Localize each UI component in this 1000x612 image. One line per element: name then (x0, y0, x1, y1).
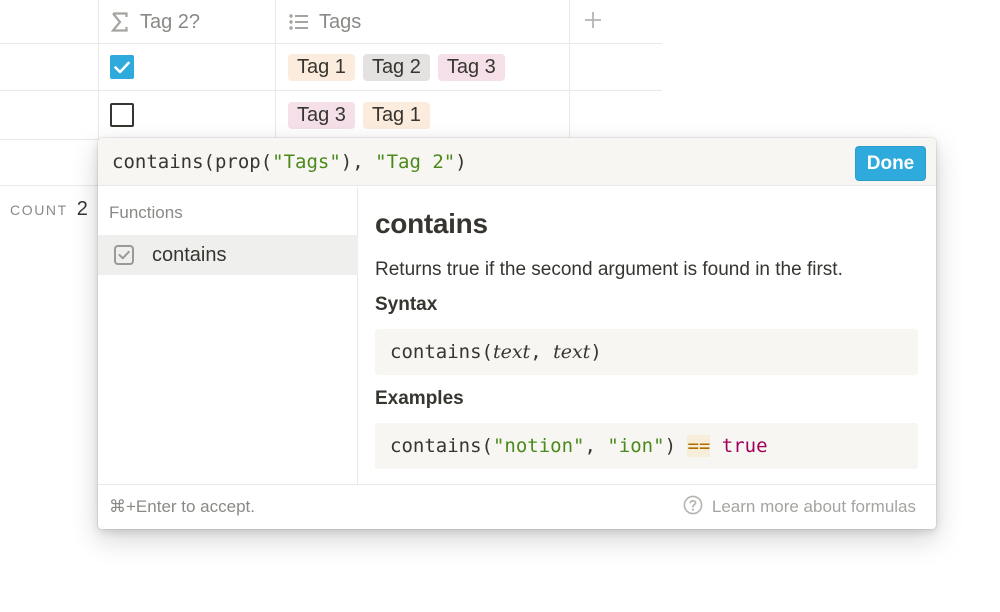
examples-header: Examples (375, 388, 464, 409)
example-code: contains("notion", "ion") == true (375, 423, 918, 469)
formula-input[interactable]: contains(prop("Tags"), "Tag 2") Done (98, 138, 936, 186)
function-title: contains (375, 208, 488, 239)
add-column-button[interactable] (570, 0, 616, 44)
row-1-checkbox[interactable] (110, 55, 134, 79)
code-string: "ion" (607, 435, 665, 457)
code-operator: == (687, 435, 711, 457)
sigma-icon (109, 11, 131, 33)
functions-list: Functions contains (98, 187, 358, 484)
function-description: Returns true if the second argument is f… (375, 259, 843, 280)
question-circle-icon (683, 495, 703, 520)
function-item-label: contains (152, 243, 227, 266)
formula-text[interactable]: contains(prop("Tags"), "Tag 2") (112, 138, 467, 186)
check-icon (114, 61, 130, 73)
calculation-count[interactable]: COUNT 2 (10, 198, 88, 224)
done-button[interactable]: Done (855, 146, 926, 181)
formula-punct: ) (455, 151, 467, 173)
formula-string: "Tags" (272, 151, 341, 173)
row-2-tags[interactable]: Tag 3 Tag 1 (288, 102, 430, 129)
column-header-tags[interactable]: Tags (288, 0, 361, 44)
learn-more-label: Learn more about formulas (711, 497, 916, 516)
accept-hint: ⌘+Enter to accept. (109, 497, 255, 516)
database-table-view: Tag 2? Tags Tag 1 Tag 2 Tag 3 Tag 3 Tag … (0, 0, 1000, 612)
count-label: COUNT (10, 202, 68, 218)
code-fn: contains( (390, 435, 493, 457)
formula-editor-popup: contains(prop("Tags"), "Tag 2") Done Fun… (98, 138, 936, 529)
function-item-contains[interactable]: contains (98, 235, 358, 275)
formula-string: "Tag 2" (375, 151, 456, 173)
code-punct: , (530, 341, 554, 363)
count-value: 2 (76, 198, 88, 220)
syntax-code: contains(text, text) (375, 329, 918, 375)
code-punct: ) (664, 435, 688, 457)
functions-header: Functions (109, 203, 183, 222)
tag-pill: Tag 2 (362, 54, 430, 81)
code-keyword: true (721, 435, 768, 457)
plus-icon (584, 11, 602, 34)
row-divider (0, 90, 662, 91)
syntax-header: Syntax (375, 294, 438, 315)
row-divider (0, 185, 98, 186)
checkbox-icon (113, 244, 135, 266)
column-header-label: Tags (319, 10, 362, 33)
code-punct: ) (590, 341, 602, 363)
formula-punct: ), (340, 151, 376, 173)
function-detail: contains Returns true if the second argu… (375, 187, 920, 484)
tag-pill: Tag 3 (288, 102, 355, 129)
code-string: "notion" (492, 435, 585, 457)
code-punct: , (584, 435, 608, 457)
learn-more-link[interactable]: Learn more about formulas (683, 495, 916, 520)
tag-pill: Tag 1 (288, 54, 355, 81)
code-param: text (492, 341, 531, 363)
column-header-tag2[interactable]: Tag 2? (109, 0, 200, 44)
row-2-checkbox[interactable] (110, 103, 134, 127)
formula-fn: contains(prop( (112, 151, 273, 173)
tag-pill: Tag 1 (362, 102, 430, 129)
tag-pill: Tag 3 (437, 54, 505, 81)
multi-select-icon (288, 11, 310, 33)
code-fn: contains( (390, 341, 493, 363)
column-header-label: Tag 2? (140, 10, 201, 33)
code-param: text (553, 341, 591, 363)
popup-footer: ⌘+Enter to accept. Learn more about form… (98, 484, 936, 529)
row-1-tags[interactable]: Tag 1 Tag 2 Tag 3 (288, 54, 505, 81)
